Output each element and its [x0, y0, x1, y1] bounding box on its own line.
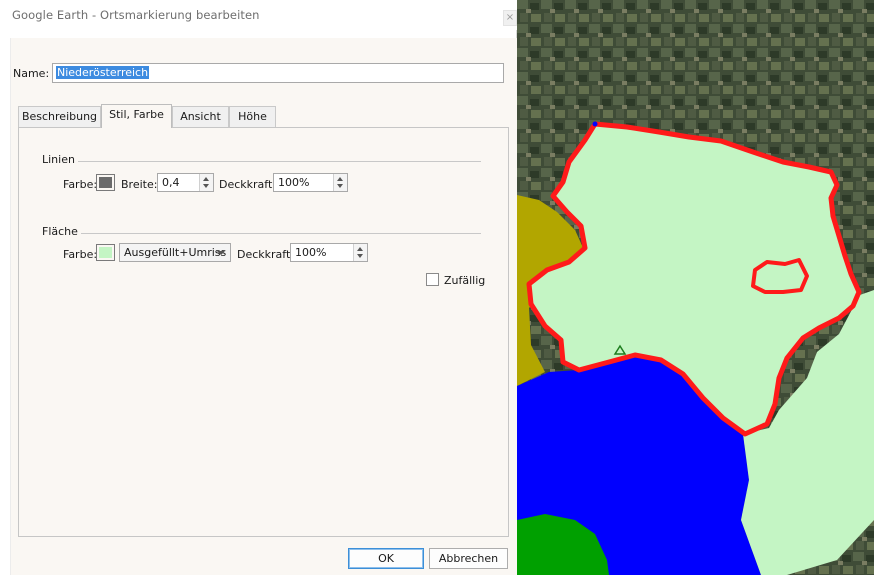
area-opacity-stepper[interactable]: [353, 244, 367, 261]
line-opacity-spinbox[interactable]: 100%: [273, 173, 348, 192]
arrow-up-icon: [203, 177, 209, 181]
arrow-down-icon: [203, 184, 209, 188]
area-opacity-spinbox[interactable]: 100%: [290, 243, 368, 262]
tab-stil-farbe[interactable]: Stil, Farbe: [101, 104, 172, 128]
area-group-divider: [42, 233, 481, 234]
ok-button[interactable]: OK: [348, 548, 424, 569]
area-opacity-label: Deckkraft:: [237, 248, 294, 261]
map-point-marker: [592, 121, 598, 127]
line-width-stepper[interactable]: [199, 174, 213, 191]
line-width-spinbox[interactable]: 0,4: [157, 173, 214, 192]
close-button[interactable]: ×: [503, 10, 517, 26]
line-color-fill: [99, 177, 112, 188]
tab-ansicht[interactable]: Ansicht: [172, 106, 229, 128]
title-bar[interactable]: Google Earth - Ortsmarkierung bearbeiten…: [0, 0, 517, 30]
arrow-up-icon: [357, 247, 363, 251]
line-opacity-stepper[interactable]: [333, 174, 347, 191]
chevron-down-icon: [217, 251, 225, 255]
map-canvas: [517, 0, 874, 575]
region-vienna-outline: [751, 258, 809, 294]
tab-hoehe[interactable]: Höhe: [229, 106, 276, 128]
name-input[interactable]: Niederösterreich: [52, 63, 504, 83]
tab-beschreibung[interactable]: Beschreibung: [18, 106, 101, 128]
window-title: Google Earth - Ortsmarkierung bearbeiten: [12, 8, 260, 22]
arrow-up-icon: [337, 177, 343, 181]
fill-mode-value: Ausgefüllt+Umriss: [124, 246, 227, 259]
random-label: Zufällig: [444, 274, 486, 287]
arrow-down-icon: [357, 254, 363, 258]
line-width-value: 0,4: [162, 176, 180, 189]
cancel-button[interactable]: Abbrechen: [429, 548, 508, 569]
line-opacity-value: 100%: [278, 176, 310, 189]
fill-mode-dropdown[interactable]: Ausgefüllt+Umriss: [119, 243, 231, 262]
arrow-down-icon: [337, 184, 343, 188]
map-view[interactable]: [517, 0, 874, 575]
random-checkbox[interactable]: [426, 273, 439, 286]
area-color-label: Farbe:: [63, 248, 98, 261]
name-label: Name:: [13, 67, 50, 80]
area-opacity-value: 100%: [295, 246, 327, 259]
lines-group-title: Linien: [42, 153, 78, 166]
line-color-label: Farbe:: [63, 178, 98, 191]
line-color-swatch[interactable]: [96, 174, 115, 191]
area-color-fill: [99, 247, 112, 258]
name-value: Niederösterreich: [56, 66, 150, 79]
area-group-title: Fläche: [42, 225, 81, 238]
placemark-edit-dialog: Google Earth - Ortsmarkierung bearbeiten…: [0, 0, 517, 575]
lines-group-divider: [42, 161, 481, 162]
area-color-swatch[interactable]: [96, 244, 115, 261]
line-width-label: Breite:: [121, 178, 158, 191]
line-opacity-label: Deckkraft:: [219, 178, 276, 191]
